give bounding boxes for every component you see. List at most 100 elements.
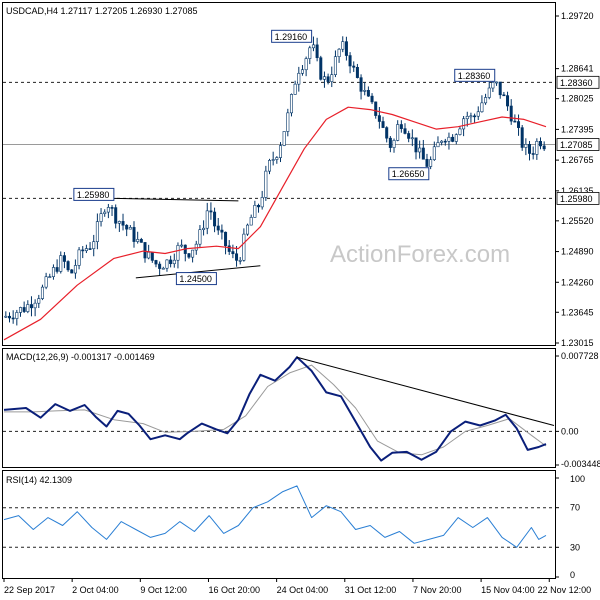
candle-body <box>542 145 546 150</box>
price-marker-label: 1.27085 <box>560 140 593 150</box>
candle-body <box>194 243 198 251</box>
price-tick-label: 1.28641 <box>561 64 594 74</box>
candle-body <box>187 253 191 258</box>
candle-body <box>520 127 524 148</box>
candle-body <box>399 124 403 129</box>
candle-body <box>143 242 147 259</box>
candle-body <box>278 145 282 158</box>
macd-header: MACD(12,26,9) -0.001317 -0.001469 <box>6 352 155 362</box>
candle-body <box>509 105 513 122</box>
candle-body <box>62 255 66 262</box>
candle-body <box>341 41 345 50</box>
candle-body <box>110 207 114 209</box>
candle-body <box>88 248 92 250</box>
candle-body <box>337 48 341 57</box>
candle-body <box>487 87 491 98</box>
annotation-label: 1.26650 <box>392 169 425 179</box>
candle-body <box>176 245 180 261</box>
candle-body <box>125 224 129 230</box>
price-marker-label: 1.28360 <box>560 78 593 88</box>
candle-body <box>469 115 473 118</box>
candle-body <box>392 140 396 148</box>
macd-layer <box>3 356 555 462</box>
time-tick-label: 22 Sep 2017 <box>4 585 55 595</box>
candle-body <box>209 210 213 213</box>
candle-body <box>319 57 323 80</box>
price-tick-label: 1.24890 <box>561 247 594 257</box>
candle-body <box>55 267 59 272</box>
candle-body <box>528 144 532 154</box>
candle-body <box>161 267 165 270</box>
time-tick-label: 22 Nov 12:00 <box>538 585 592 595</box>
candle-body <box>165 259 169 269</box>
candle-body <box>81 249 85 252</box>
forex-chart: ActionForex.com 1.291601.283601.266501.2… <box>2 2 600 595</box>
annotation-label: 1.28360 <box>458 71 491 81</box>
candle-body <box>502 94 506 97</box>
rsi-tick-label: 0 <box>570 570 575 580</box>
candle-body <box>289 94 293 114</box>
time-tick-label: 9 Oct 12:00 <box>140 585 187 595</box>
candle-body <box>352 65 356 68</box>
candle-body <box>370 95 374 103</box>
candle-body <box>326 76 330 82</box>
macd-trend-line <box>296 356 555 427</box>
candle-body <box>421 147 425 160</box>
candle-body <box>425 158 429 167</box>
candle-body <box>260 197 264 208</box>
candle-body <box>476 111 480 117</box>
rsi-tick-label: 70 <box>570 503 580 513</box>
candle-body <box>18 307 22 313</box>
candle-body <box>440 140 444 143</box>
candle-body <box>407 133 411 139</box>
candle-body <box>66 261 70 271</box>
candle-body <box>447 136 451 142</box>
candle-body <box>198 229 202 245</box>
candle-body <box>253 204 257 218</box>
candle-body <box>147 251 151 259</box>
candle-body <box>300 69 304 74</box>
annotation-label: 1.25980 <box>77 190 110 200</box>
candle-body <box>359 77 363 92</box>
candle-body <box>11 317 15 320</box>
candle-body <box>491 82 495 89</box>
candle-body <box>180 244 184 247</box>
price-tick-label: 1.29720 <box>561 11 594 21</box>
candle-body <box>286 112 290 132</box>
candle-body <box>73 265 77 274</box>
candle-body <box>213 211 217 227</box>
candle-body <box>462 118 466 130</box>
candle-body <box>48 276 52 278</box>
rsi-tick-label: 100 <box>570 474 585 484</box>
candle-body <box>524 144 528 148</box>
candle-body <box>268 160 272 172</box>
candle-body <box>517 121 521 128</box>
candle-body <box>297 72 301 85</box>
candle-body <box>282 131 286 146</box>
candle-body <box>348 55 352 67</box>
candle-body <box>414 137 418 153</box>
candle-body <box>333 56 337 75</box>
watermark: ActionForex.com <box>330 241 510 268</box>
candle-body <box>40 286 44 299</box>
candle-body <box>249 217 253 226</box>
candle-body <box>238 259 242 262</box>
macd-tick-label: 0.007728 <box>561 351 599 361</box>
candle-body <box>293 83 297 95</box>
candle-body <box>443 140 447 143</box>
moving-average-line <box>3 106 547 341</box>
candle-body <box>92 241 96 250</box>
candle-body <box>224 231 228 247</box>
candle-body <box>377 115 381 122</box>
candle-body <box>381 121 385 128</box>
candle-body <box>169 259 173 265</box>
candle-body <box>410 137 414 140</box>
time-tick-label: 16 Oct 20:00 <box>208 585 260 595</box>
candle-body <box>396 124 400 141</box>
rsi-tick-label: 30 <box>570 542 580 552</box>
macd-tick-label: -0.003448 <box>561 459 600 469</box>
price-marker-label: 1.25980 <box>560 194 593 204</box>
candle-body <box>498 81 502 96</box>
price-tick-label: 1.28025 <box>561 94 594 104</box>
candle-body <box>480 102 484 113</box>
